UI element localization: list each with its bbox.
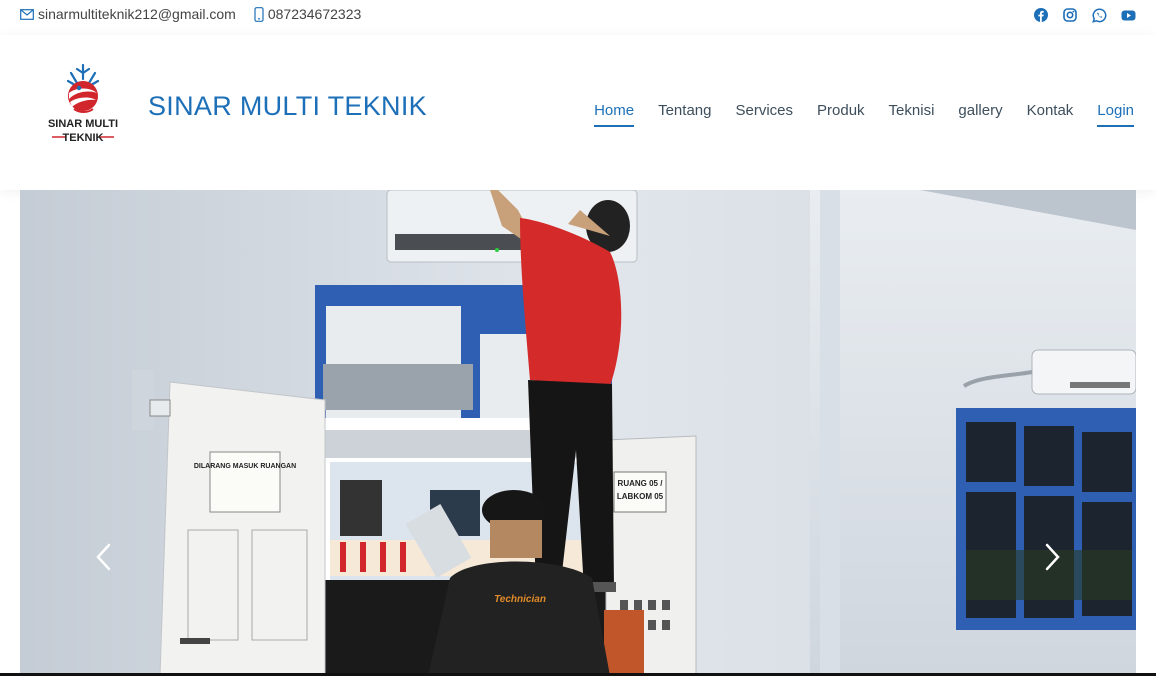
envelope-icon xyxy=(20,8,34,20)
email-link[interactable]: sinarmultiteknik212@gmail.com xyxy=(20,6,236,22)
site-logo[interactable]: SINAR MULTI TEKNIK xyxy=(44,63,122,149)
nav-home[interactable]: Home xyxy=(594,102,635,127)
slider-next-arrow[interactable] xyxy=(1040,542,1064,572)
phone-text: 087234672323 xyxy=(267,6,362,22)
shirt-text: Technician xyxy=(494,594,546,605)
youtube-icon[interactable] xyxy=(1120,7,1136,23)
nav-services[interactable]: Services xyxy=(735,102,793,127)
hero-photo: DILARANG MASUK RUANGAN RUANG 05 / LABKOM… xyxy=(20,190,1136,676)
nav-tentang[interactable]: Tentang xyxy=(658,102,711,127)
instagram-icon[interactable] xyxy=(1062,7,1078,23)
slider-prev-arrow[interactable] xyxy=(92,542,116,572)
brand-name[interactable]: SINAR MULTI TEKNIK xyxy=(148,91,427,122)
nav-gallery[interactable]: gallery xyxy=(958,102,1002,127)
hero-slider: DILARANG MASUK RUANGAN RUANG 05 / LABKOM… xyxy=(20,190,1136,676)
facebook-icon[interactable] xyxy=(1033,7,1049,23)
logo-line1: SINAR MULTI xyxy=(48,118,118,130)
nav-kontak[interactable]: Kontak xyxy=(1027,102,1074,127)
phone-link[interactable]: 087234672323 xyxy=(254,6,361,22)
social-links xyxy=(1020,7,1136,23)
mobile-phone-icon xyxy=(254,6,264,22)
room-sign-2: LABKOM 05 xyxy=(617,492,664,501)
nav-produk[interactable]: Produk xyxy=(817,102,865,127)
nav-teknisi[interactable]: Teknisi xyxy=(889,102,935,127)
email-text: sinarmultiteknik212@gmail.com xyxy=(38,6,236,22)
whatsapp-icon[interactable] xyxy=(1091,7,1107,23)
main-nav: Home Tentang Services Produk Teknisi gal… xyxy=(570,102,1134,127)
contact-info: sinarmultiteknik212@gmail.com 0872346723… xyxy=(20,6,379,22)
door-sign: DILARANG MASUK RUANGAN xyxy=(194,463,296,470)
room-sign-1: RUANG 05 / xyxy=(618,479,664,488)
nav-login[interactable]: Login xyxy=(1097,102,1134,127)
top-bar: sinarmultiteknik212@gmail.com 0872346723… xyxy=(0,0,1156,30)
site-header: SINAR MULTI TEKNIK SINAR MULTI TEKNIK Ho… xyxy=(0,35,1156,190)
logo-line2: TEKNIK xyxy=(63,132,104,144)
